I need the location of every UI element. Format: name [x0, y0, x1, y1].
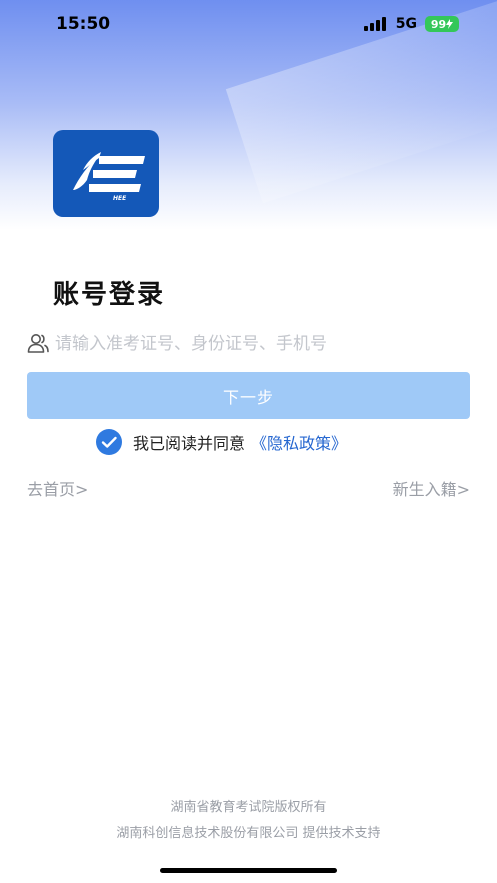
hee-logo-icon: HEE: [73, 152, 145, 202]
agree-checkbox[interactable]: [96, 429, 122, 455]
status-time: 15:50: [56, 14, 111, 34]
charging-bolt-icon: [446, 19, 454, 29]
status-bar: 15:50 5G 99: [0, 0, 497, 48]
signal-icon: [363, 17, 388, 31]
network-label: 5G: [395, 16, 417, 32]
status-indicators: 5G 99: [363, 15, 459, 33]
agreement-text: 我已阅读并同意: [133, 434, 246, 453]
account-input[interactable]: [55, 330, 465, 358]
battery-icon: 99: [425, 16, 459, 32]
user-icon: [27, 334, 49, 353]
battery-level: 99: [430, 17, 447, 31]
new-student-enroll-link[interactable]: 新生入籍>: [393, 476, 470, 500]
app-logo: HEE: [53, 130, 159, 217]
tech-support-text: 湖南科创信息技术股份有限公司 提供技术支持: [116, 826, 381, 841]
go-home-link[interactable]: 去首页>: [27, 476, 88, 500]
svg-text:HEE: HEE: [113, 195, 127, 202]
privacy-policy-link[interactable]: 《隐私政策》: [251, 430, 347, 454]
agreement-row: 我已阅读并同意 《隐私政策》: [96, 429, 347, 455]
home-indicator[interactable]: [160, 868, 337, 873]
next-button[interactable]: 下一步: [27, 372, 470, 419]
page-title: 账号登录: [53, 280, 166, 310]
copyright-text: 湖南省教育考试院版权所有: [170, 800, 327, 815]
account-input-row: [27, 330, 470, 358]
